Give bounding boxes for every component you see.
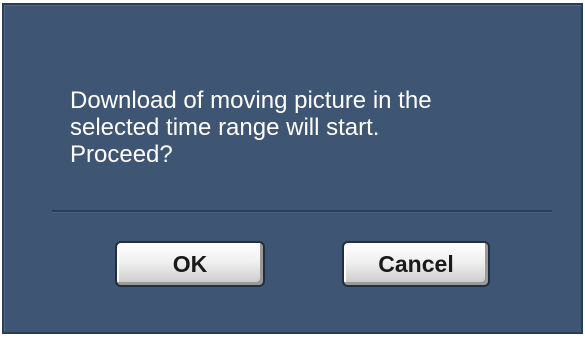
dialog-message: Download of moving picture in the select… <box>70 87 432 168</box>
divider <box>52 210 552 213</box>
ok-button[interactable]: OK <box>115 241 265 287</box>
ok-button-label: OK <box>172 250 208 277</box>
cancel-button[interactable]: Cancel <box>342 241 490 287</box>
cancel-button-label: Cancel <box>378 250 454 277</box>
confirm-dialog: Download of moving picture in the select… <box>2 3 583 334</box>
